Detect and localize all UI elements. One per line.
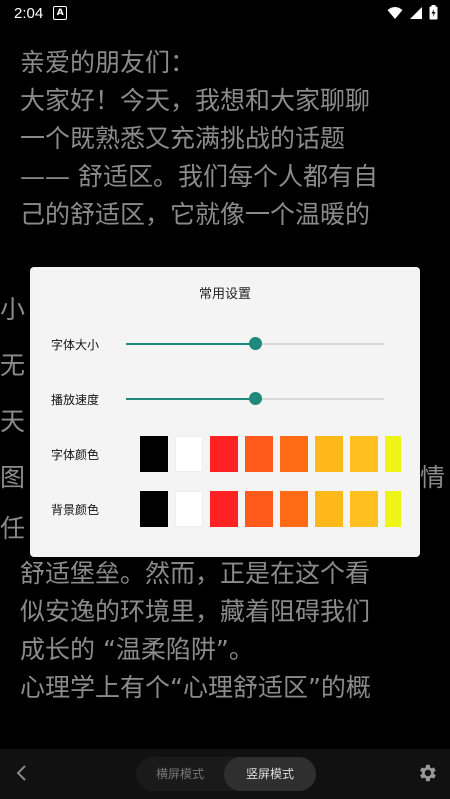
play-speed-label: 播放速度 [51,393,100,407]
status-time: 2:04 [14,4,44,22]
reader-peek-left: 无 [0,351,26,380]
bg-color-swatches [109,491,401,527]
font-color-label: 字体颜色 [51,448,100,462]
landscape-mode-button[interactable]: 横屏模式 [136,757,224,791]
gear-icon[interactable] [416,762,438,784]
font-size-label: 字体大小 [51,338,100,352]
reader-peek-right: 情 [420,463,446,492]
color-swatch[interactable] [245,491,273,527]
reader-text-bottom: 舒适堡垒。然而，正是在这个看 似安逸的环境里，藏着阻碍我们 成长的 “温柔陷阱”… [20,555,440,707]
font-size-slider[interactable] [126,337,384,350]
color-swatch[interactable] [245,436,273,472]
color-swatch[interactable] [385,436,401,472]
color-swatch[interactable] [315,436,343,472]
reader-line: 舒适堡垒。然而，正是在这个看 [20,559,371,588]
color-swatch[interactable] [385,491,401,527]
notification-icon: A [53,6,68,20]
reader-line: 己的舒适区，它就像一个温暖的 [20,200,371,229]
reader-peek-left: 天 [0,407,26,436]
reader-line: 成长的 “温柔陷阱”。 [20,635,254,664]
play-speed-slider-thumb[interactable] [249,392,262,405]
status-icons [387,5,438,20]
bg-color-label: 背景颜色 [51,503,100,517]
reader-line: —— 舒适区。我们每个人都有自 [20,162,378,191]
status-bar: 2:04 A [0,0,450,26]
reader-peek-left: 图 [0,463,26,492]
color-swatch[interactable] [280,436,308,472]
back-arrow-icon[interactable] [12,763,32,783]
signal-icon [410,6,422,19]
color-swatch[interactable] [315,491,343,527]
color-swatch[interactable] [350,491,378,527]
color-swatch[interactable] [210,436,238,472]
color-swatch[interactable] [140,491,168,527]
reader-line: 心理学上有个“心理舒适区”的概 [20,673,371,702]
reader-line: 大家好！今天，我想和大家聊聊 [20,86,371,115]
reader-peek-left: 任 [0,514,26,543]
reader-text-top: 亲爱的朋友们： 大家好！今天，我想和大家聊聊 一个既熟悉又充满挑战的话题 —— … [20,44,440,234]
reader-line: 似安逸的环境里，藏着阻碍我们 [20,597,371,626]
reader-line: 一个既熟悉又充满挑战的话题 [20,124,346,153]
bottom-bar: 横屏模式 竖屏模式 [0,749,450,799]
color-swatch[interactable] [175,436,203,472]
font-size-slider-fill [126,343,255,345]
color-swatch[interactable] [280,491,308,527]
portrait-mode-button[interactable]: 竖屏模式 [224,757,316,791]
battery-charging-icon [429,5,438,20]
color-swatch[interactable] [140,436,168,472]
play-speed-slider[interactable] [126,392,384,405]
wifi-icon [387,6,403,19]
color-swatch[interactable] [210,491,238,527]
color-swatch[interactable] [175,491,203,527]
reader-peek-left: 小 [0,295,26,324]
play-speed-slider-fill [126,398,255,400]
dialog-title: 常用设置 [198,287,251,302]
reader-line: 亲爱的朋友们： [20,48,196,77]
settings-dialog: 常用设置 字体大小 播放速度 字体颜色 背景颜色 [30,267,420,557]
font-size-slider-thumb[interactable] [249,337,262,350]
color-swatch[interactable] [350,436,378,472]
orientation-mode-toggle: 横屏模式 竖屏模式 [136,757,316,791]
font-color-swatches [109,436,401,472]
